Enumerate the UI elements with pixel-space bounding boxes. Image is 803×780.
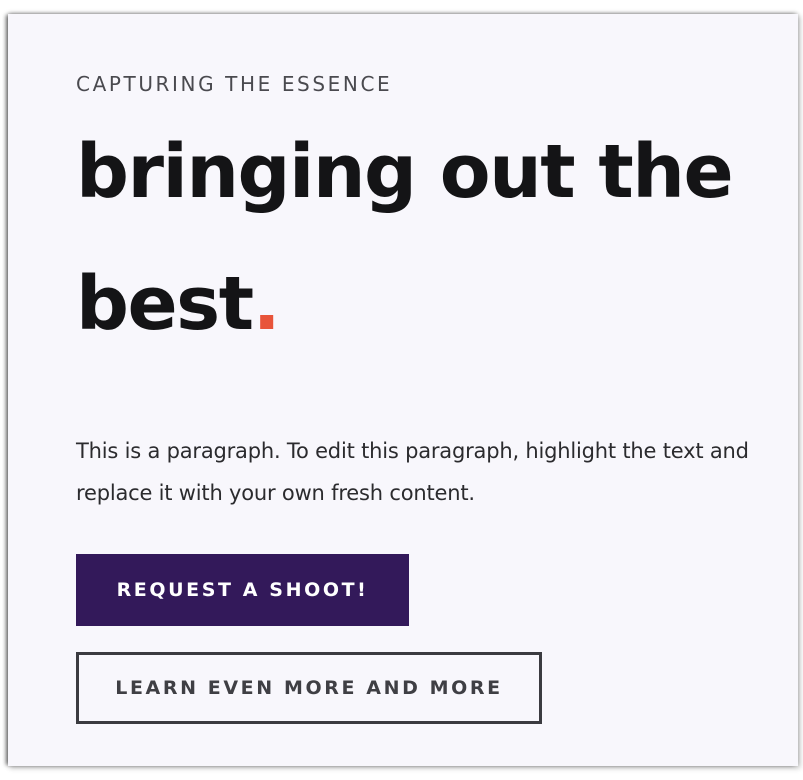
hero-paragraph: This is a paragraph. To edit this paragr… <box>76 439 749 505</box>
hero-headline: bringing out the best. <box>76 106 776 370</box>
hero-eyebrow: CAPTURING THE ESSENCE <box>76 72 393 96</box>
headline-accent-dot: . <box>252 261 281 347</box>
page-frame: CAPTURING THE ESSENCE bringing out the b… <box>0 0 803 780</box>
hero-card: CAPTURING THE ESSENCE bringing out the b… <box>8 14 798 766</box>
headline-line-1: bringing out the <box>76 129 734 215</box>
request-shoot-button[interactable]: REQUEST A SHOOT! <box>76 554 409 626</box>
hero-content: CAPTURING THE ESSENCE bringing out the b… <box>76 70 776 724</box>
hero-buttons: REQUEST A SHOOT! LEARN EVEN MORE AND MOR… <box>76 554 776 724</box>
learn-more-button[interactable]: LEARN EVEN MORE AND MORE <box>76 652 542 724</box>
headline-line-2: best <box>76 261 254 347</box>
